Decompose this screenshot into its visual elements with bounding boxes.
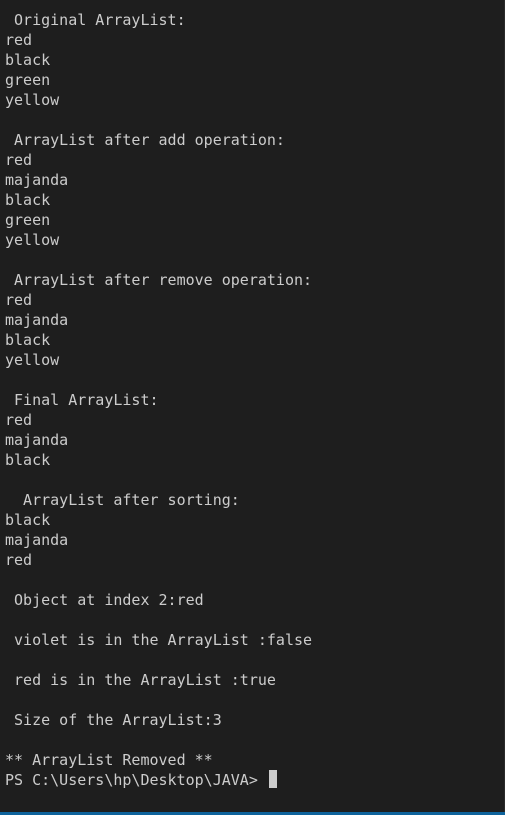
- output-line: black: [5, 191, 51, 209]
- output-line: yellow: [5, 91, 60, 109]
- output-line: black: [5, 451, 51, 469]
- output-line: Object at index 2:red: [5, 591, 204, 609]
- output-line: red: [5, 411, 33, 429]
- output-line: black: [5, 51, 51, 69]
- output-line: red: [5, 291, 33, 309]
- output-line: Final ArrayList:: [5, 391, 159, 409]
- output-line: violet is in the ArrayList :false: [5, 631, 313, 649]
- output-line: yellow: [5, 351, 60, 369]
- output-line: red: [5, 151, 33, 169]
- output-line: green: [5, 211, 51, 229]
- output-line: ArrayList after sorting:: [5, 491, 240, 509]
- output-lines: Original ArrayList: red black green yellow A…: [5, 10, 505, 770]
- output-line: ArrayList after remove operation:: [5, 271, 313, 289]
- output-line: black: [5, 331, 51, 349]
- output-line: red is in the ArrayList :true: [5, 671, 276, 689]
- output-line: Size of the ArrayList:3: [5, 711, 222, 729]
- output-line: green: [5, 71, 51, 89]
- output-line: ArrayList after add operation:: [5, 131, 285, 149]
- output-line: black: [5, 511, 51, 529]
- output-line: majanda: [5, 431, 69, 449]
- output-line: majanda: [5, 311, 69, 329]
- prompt-line[interactable]: PS C:\Users\hp\Desktop\JAVA>: [5, 770, 505, 790]
- shell-prompt: PS C:\Users\hp\Desktop\JAVA>: [5, 771, 267, 789]
- text-cursor: [268, 770, 277, 788]
- output-line: majanda: [5, 171, 69, 189]
- output-line: yellow: [5, 231, 60, 249]
- output-line: ** ArrayList Removed **: [5, 751, 213, 769]
- output-line: Original ArrayList:: [5, 11, 186, 29]
- output-line: majanda: [5, 531, 69, 549]
- output-line: red: [5, 31, 33, 49]
- output-line: red: [5, 551, 33, 569]
- terminal-output[interactable]: Original ArrayList: red black green yellow A…: [0, 0, 505, 815]
